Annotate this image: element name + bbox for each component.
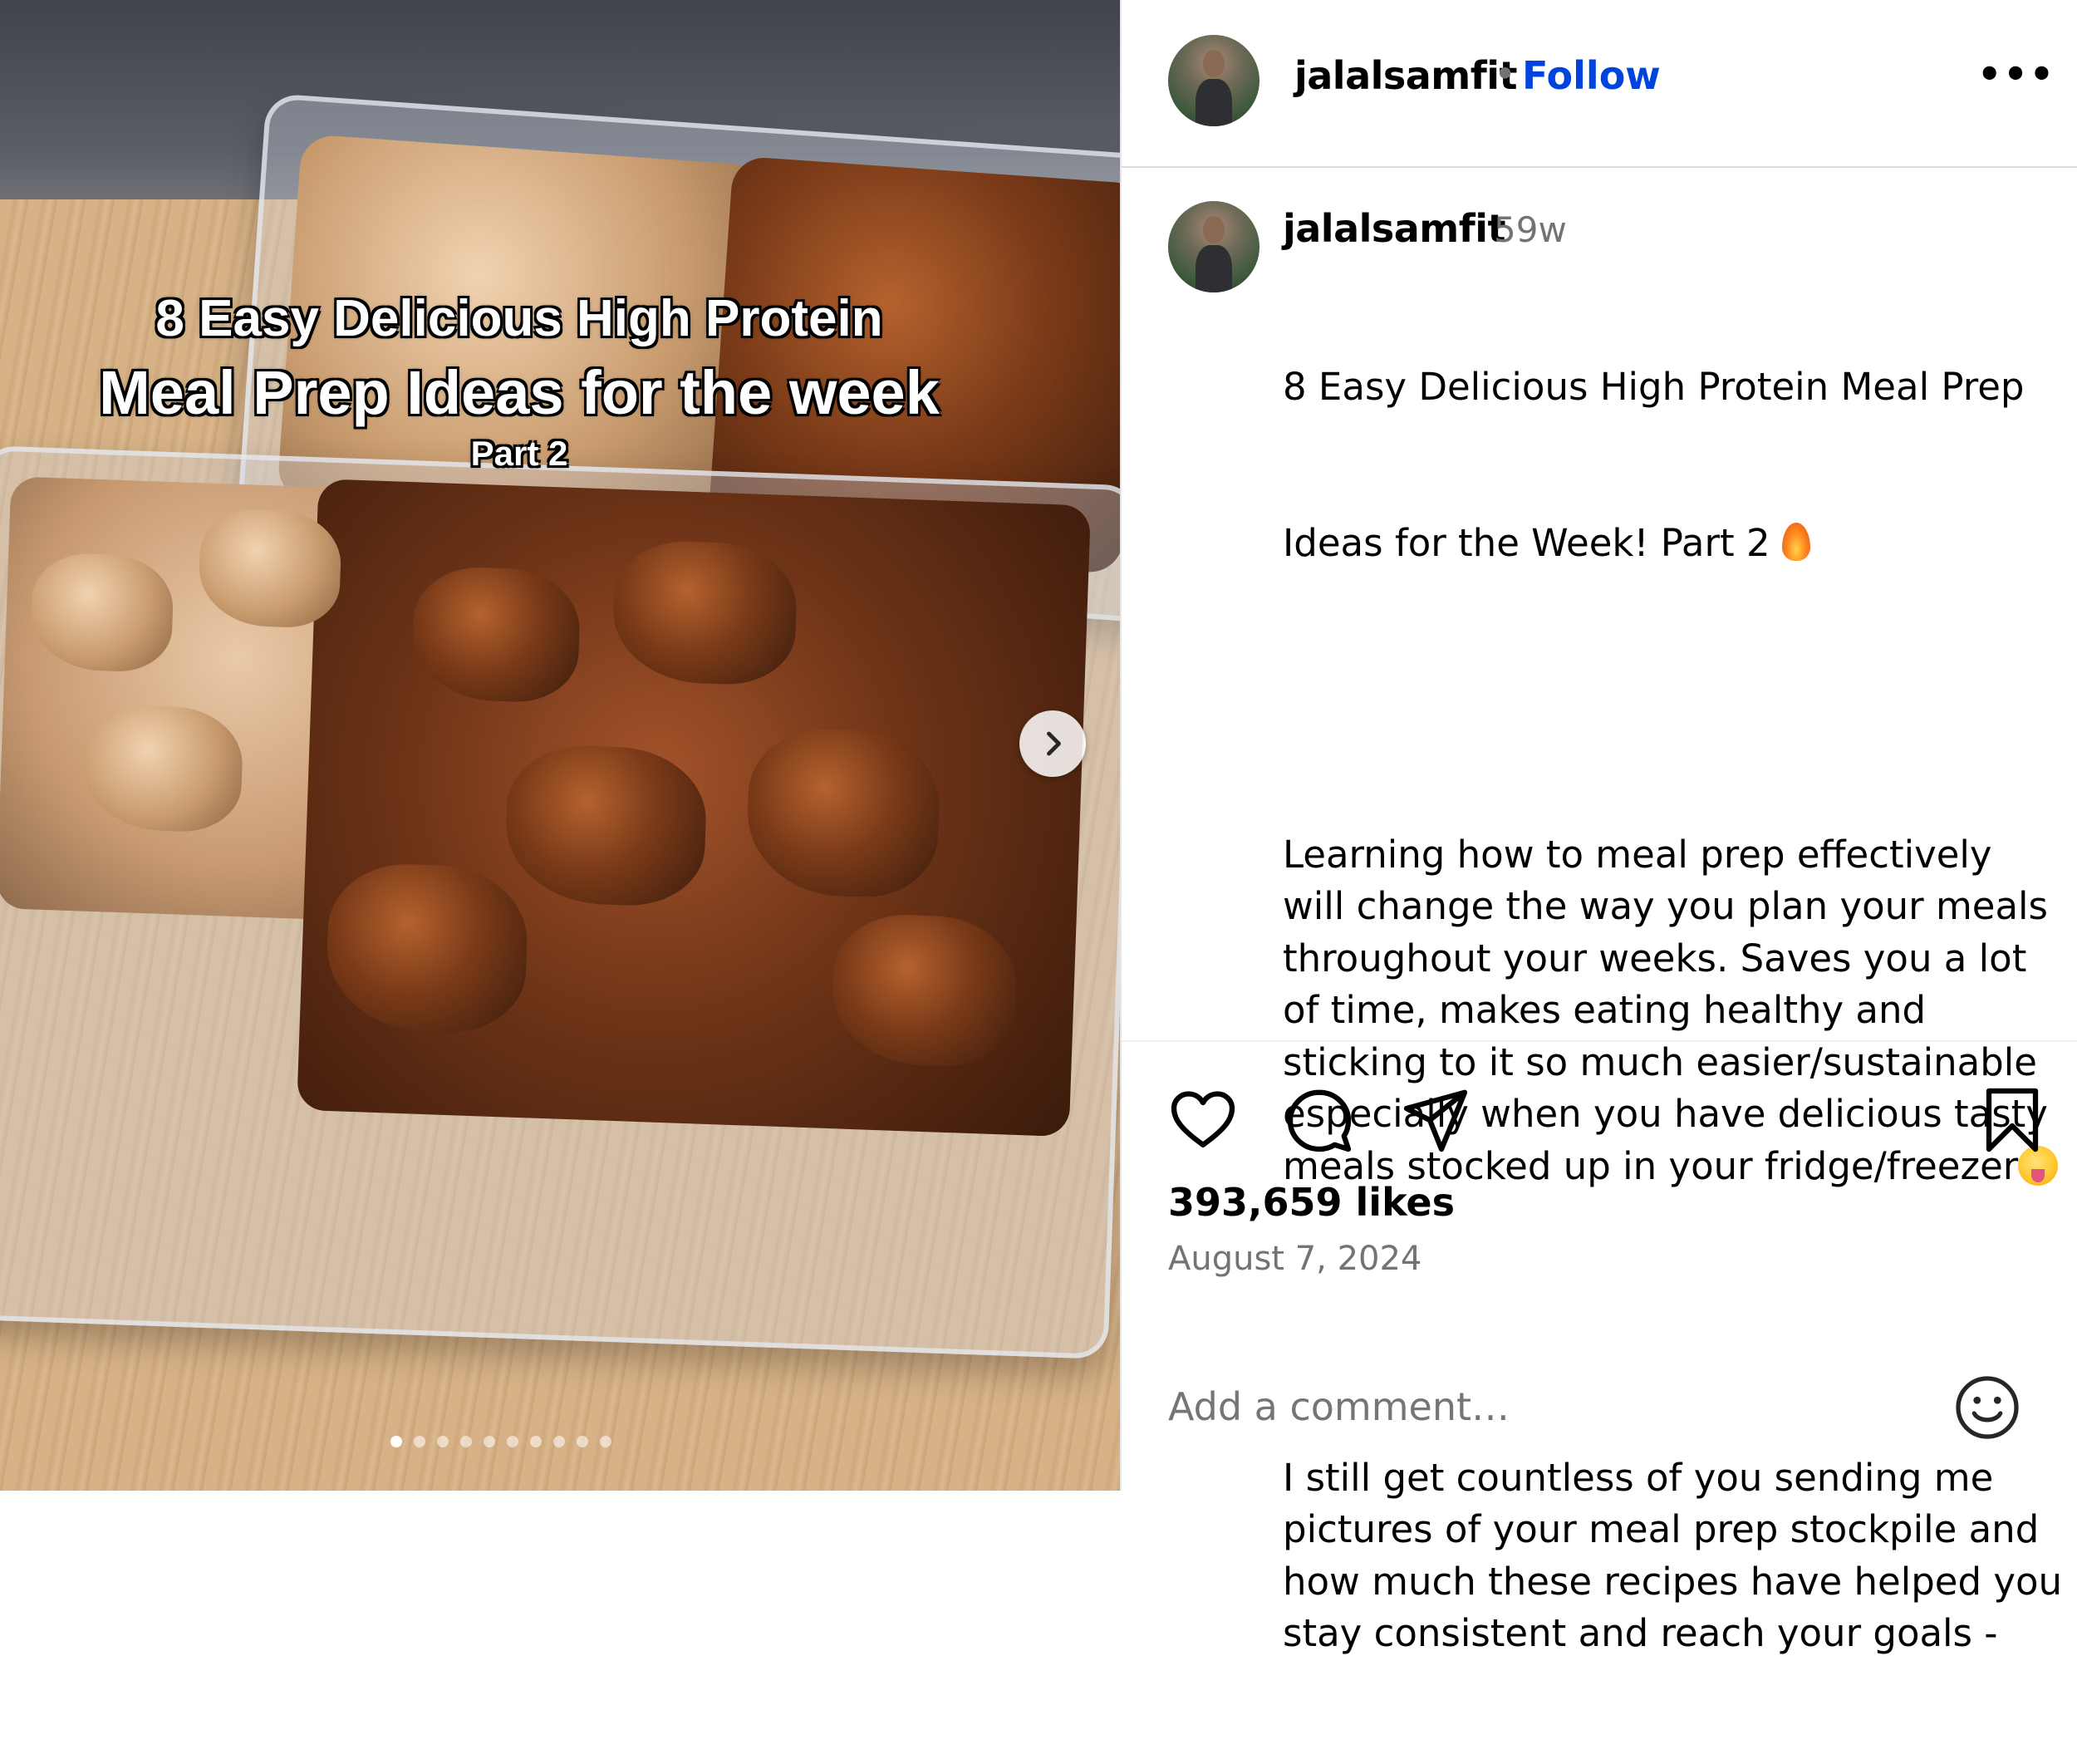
caption-avatar[interactable] xyxy=(1168,201,1259,292)
header-username[interactable]: jalalsamfit xyxy=(1294,53,1518,98)
chevron-right-icon xyxy=(1047,731,1061,756)
follow-button[interactable]: Follow xyxy=(1522,53,1661,98)
overlay-title-line2: Meal Prep Ideas for the week xyxy=(99,358,940,427)
comment-icon[interactable] xyxy=(1284,1085,1354,1155)
front-container xyxy=(0,445,1120,1359)
post-image[interactable]: 8 Easy Delicious High Protein Meal Prep … xyxy=(0,0,1120,1491)
header-divider xyxy=(1122,166,2077,168)
carousel-dot xyxy=(507,1436,518,1447)
carousel-dot xyxy=(390,1436,402,1447)
caption-username[interactable]: jalalsamfit xyxy=(1283,206,1506,251)
carousel-dot xyxy=(437,1436,449,1447)
carousel-dot xyxy=(414,1436,425,1447)
overlay-title-line3: Part 2 xyxy=(470,434,568,473)
carousel-dot xyxy=(553,1436,565,1447)
paper-plane-icon[interactable] xyxy=(1401,1085,1471,1155)
comment-input[interactable] xyxy=(1168,1384,1899,1429)
carousel-dot xyxy=(600,1436,611,1447)
carousel-next-button[interactable] xyxy=(1019,710,1086,777)
fire-emoji-icon xyxy=(1781,522,1810,561)
bookmark-icon[interactable] xyxy=(1977,1085,2047,1155)
smiley-icon[interactable] xyxy=(1952,1373,2022,1442)
caption-timestamp[interactable]: 59w xyxy=(1494,209,1567,250)
caption-line2: Ideas for the Week! Part 2 xyxy=(1283,520,1782,565)
more-options-button[interactable]: ••• xyxy=(1977,52,2055,96)
carousel-dot xyxy=(484,1436,495,1447)
likes-count[interactable]: 393,659 likes xyxy=(1168,1180,1455,1225)
caption-text: 8 Easy Delicious High Protein Meal Prep … xyxy=(1283,258,2064,1764)
post-panel: jalalsamfit • Follow ••• jalalsamfit 59w… xyxy=(1120,0,2077,1655)
carousel-dot xyxy=(460,1436,472,1447)
actions-divider xyxy=(1122,1040,2077,1042)
heart-icon[interactable] xyxy=(1168,1085,1238,1155)
caption-paragraph-3: I still get countless of you sending me … xyxy=(1283,1455,2075,1656)
caption-paragraph-2: Learning how to meal prep effectively wi… xyxy=(1283,832,2060,1188)
avatar[interactable] xyxy=(1168,35,1259,126)
header-separator: • xyxy=(1494,52,1517,96)
overlay-title-line1: 8 Easy Delicious High Protein xyxy=(155,290,883,347)
carousel-dot xyxy=(530,1436,542,1447)
caption-line1: 8 Easy Delicious High Protein Meal Prep xyxy=(1283,365,2025,409)
carousel-dots xyxy=(390,1436,611,1447)
post-date: August 7, 2024 xyxy=(1168,1240,1422,1278)
carousel-dot xyxy=(577,1436,588,1447)
